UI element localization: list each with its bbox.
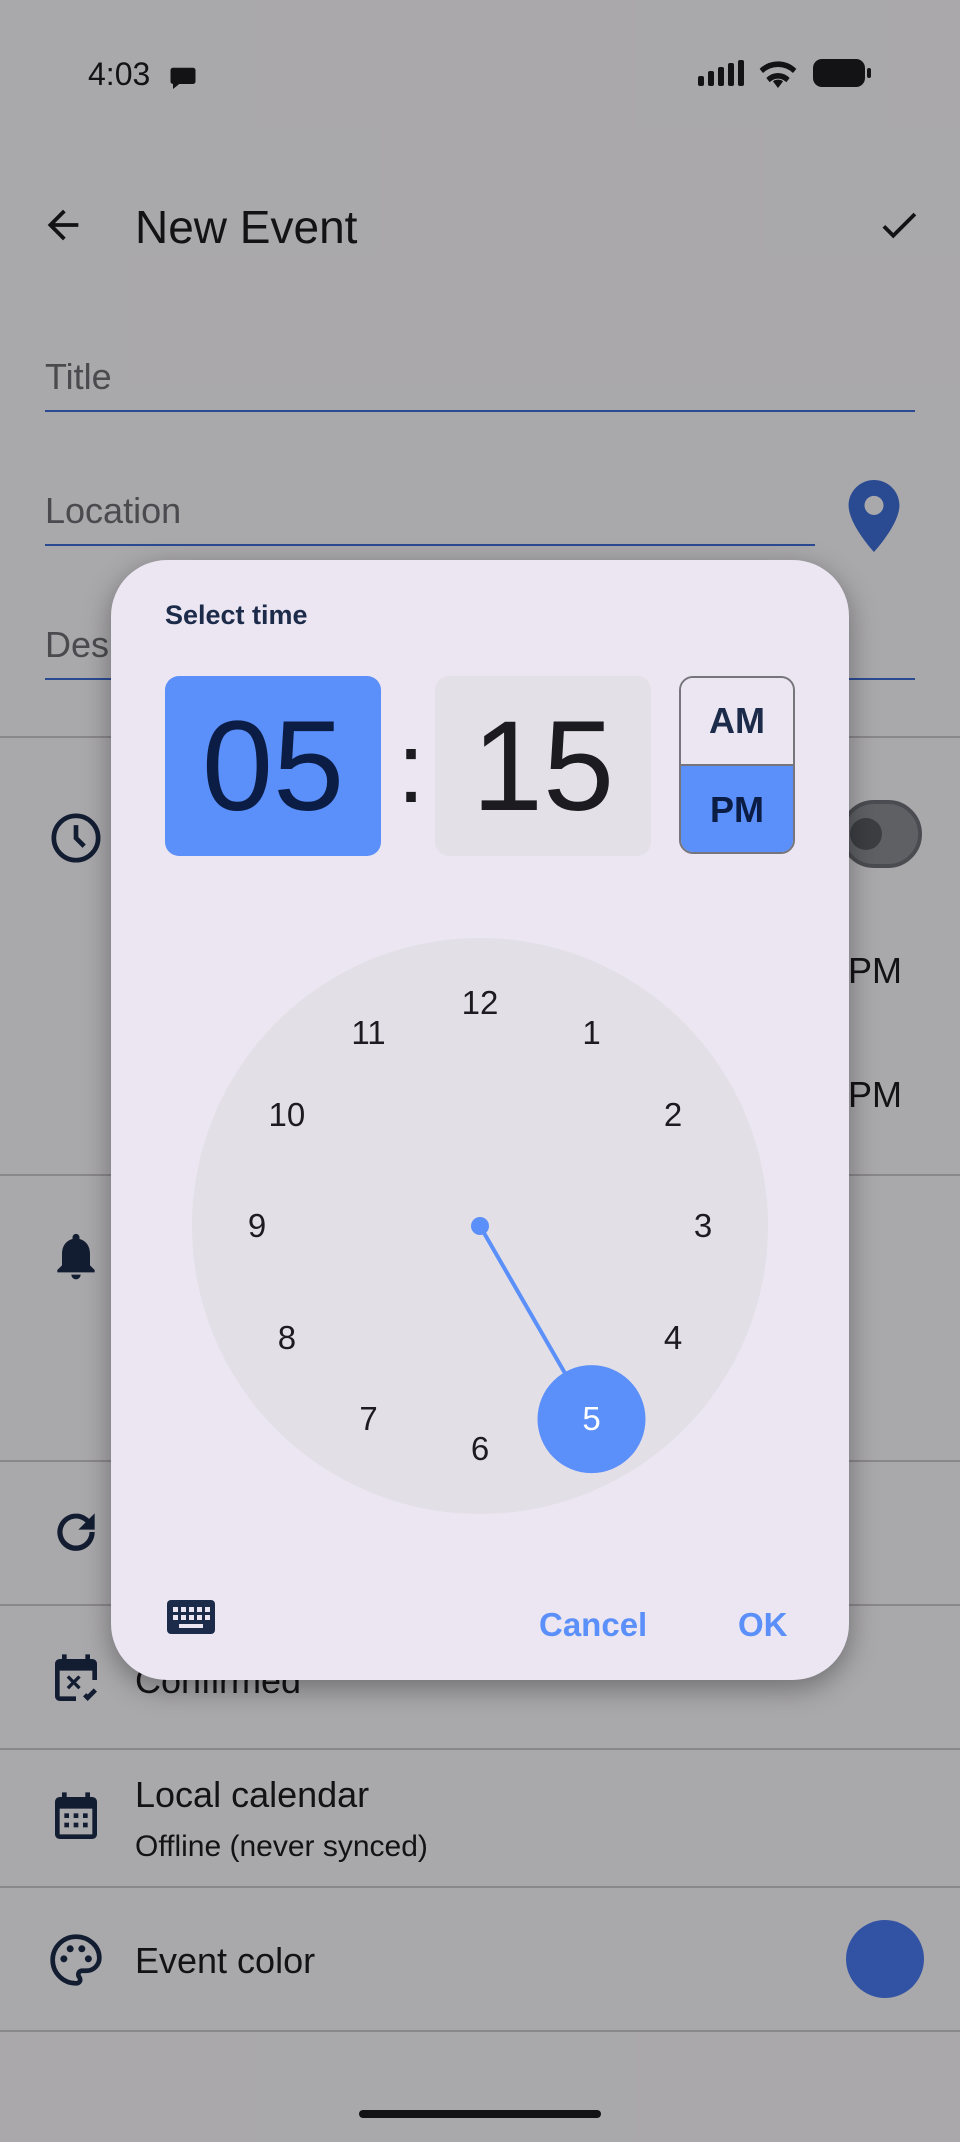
hour-selector[interactable]: 05 (165, 676, 381, 856)
clock-number-1[interactable]: 1 (562, 1011, 622, 1055)
time-picker-dialog: Select time 05 : 15 AM PM 12 1 2 3 4 5 6 7 8 9 10 1… (111, 560, 849, 1680)
am-toggle[interactable]: AM (681, 678, 793, 766)
cancel-button[interactable]: Cancel (539, 1606, 647, 1644)
clock-number-9[interactable]: 9 (227, 1204, 287, 1248)
time-separator: : (397, 711, 425, 824)
minute-selector[interactable]: 15 (435, 676, 651, 856)
clock-number-10[interactable]: 10 (257, 1093, 317, 1137)
clock-dial[interactable]: 12 1 2 3 4 5 6 7 8 9 10 11 (192, 938, 768, 1514)
clock-number-12[interactable]: 12 (450, 981, 510, 1025)
clock-number-11[interactable]: 11 (339, 1011, 399, 1055)
dialog-title: Select time (165, 600, 308, 630)
clock-number-3[interactable]: 3 (673, 1204, 733, 1248)
clock-number-7[interactable]: 7 (339, 1397, 399, 1441)
clock-number-5[interactable]: 5 (562, 1397, 622, 1441)
clock-number-6[interactable]: 6 (450, 1427, 510, 1471)
keyboard-icon[interactable] (167, 1600, 215, 1639)
clock-number-8[interactable]: 8 (257, 1316, 317, 1360)
period-selector: AM PM (679, 676, 795, 854)
ok-button[interactable]: OK (738, 1606, 788, 1644)
clock-number-2[interactable]: 2 (643, 1093, 703, 1137)
clock-number-4[interactable]: 4 (643, 1316, 703, 1360)
pm-toggle[interactable]: PM (681, 766, 793, 852)
